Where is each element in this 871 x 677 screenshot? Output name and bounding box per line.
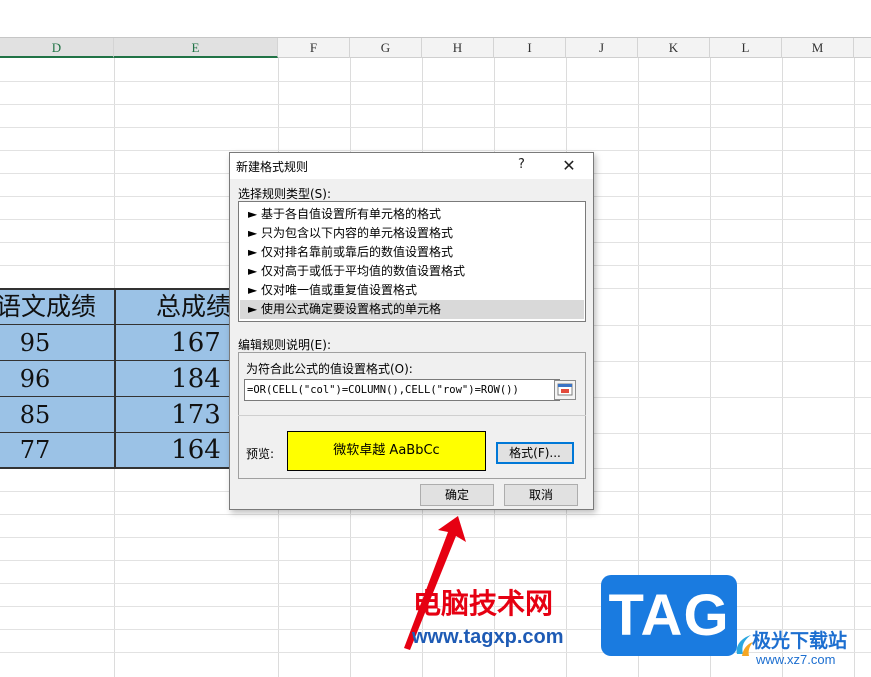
column-header-k[interactable]: K [638,38,710,58]
cell-d-row2[interactable]: 96 [0,361,70,397]
rule-type-item[interactable]: ► 仅对唯一值或重复值设置格式 [240,281,584,300]
watermark-site-name: 电脑技术网 [413,587,554,620]
column-header-l[interactable]: L [710,38,782,58]
column-header-e[interactable]: E [114,38,278,58]
gridline [0,150,871,151]
collapse-dialog-icon [557,383,573,396]
watermark-brand: 极光下载站 [752,630,848,652]
format-button[interactable]: 格式(F)... [496,442,574,464]
cell-d-row3[interactable]: 85 [0,397,70,433]
ok-button[interactable]: 确定 [420,484,494,506]
cell-d-header[interactable]: 语文成绩 [0,288,114,325]
table-border [0,432,232,433]
rule-type-label: 选择规则类型(S): [238,187,332,201]
table-border [0,288,232,290]
table-border [0,467,232,469]
cell-d-row4[interactable]: 77 [0,433,70,468]
rule-type-item[interactable]: ► 仅对高于或低于平均值的数值设置格式 [240,262,584,281]
range-select-button[interactable] [554,380,576,400]
new-format-rule-dialog: 新建格式规则 ? ✕ 选择规则类型(S): ► 基于各自值设置所有单元格的格式 … [229,152,594,510]
column-header-i[interactable]: I [494,38,566,58]
formula-label: 为符合此公式的值设置格式(O): [246,362,413,376]
dialog-title: 新建格式规则 [236,160,309,174]
column-header-j[interactable]: J [566,38,638,58]
watermark-site-url: www.tagxp.com [412,626,564,648]
gridline [0,104,871,105]
column-header-m[interactable]: M [782,38,854,58]
gridline [0,127,871,128]
watermark-brand-url: www.xz7.com [756,652,836,667]
rule-type-item[interactable]: ► 仅对排名靠前或靠后的数值设置格式 [240,243,584,262]
table-border [0,396,232,397]
column-header-g[interactable]: G [350,38,422,58]
table-border [0,324,232,325]
cell-d-row1[interactable]: 95 [0,325,70,361]
column-header-d[interactable]: D [0,38,114,58]
column-header-row: D E F G H I J K L M [0,38,871,58]
rule-type-list[interactable]: ► 基于各自值设置所有单元格的格式 ► 只为包含以下内容的单元格设置格式 ► 仅… [238,201,586,322]
rule-type-item-selected[interactable]: ► 使用公式确定要设置格式的单元格 [240,300,584,319]
edit-rule-label: 编辑规则说明(E): [238,338,331,352]
column-header-f[interactable]: F [278,38,350,58]
formula-input[interactable]: =OR(CELL("col")=COLUMN(),CELL("row")=ROW… [244,379,560,401]
help-button[interactable]: ? [518,157,525,172]
table-border [114,288,116,469]
rule-type-item[interactable]: ► 只为包含以下内容的单元格设置格式 [240,224,584,243]
divider [238,415,586,416]
rule-type-item[interactable]: ► 基于各自值设置所有单元格的格式 [240,205,584,224]
column-header-h[interactable]: H [422,38,494,58]
tag-logo: TAG [601,575,737,656]
ribbon-area [0,0,871,38]
cancel-button[interactable]: 取消 [504,484,578,506]
cell-e-header[interactable]: 总成绩 [114,288,232,325]
format-preview: 微软卓越 AaBbCc [287,431,486,471]
close-icon[interactable]: ✕ [558,155,580,177]
gridline [0,81,871,82]
preview-label: 预览: [246,447,275,461]
table-border [0,360,232,361]
